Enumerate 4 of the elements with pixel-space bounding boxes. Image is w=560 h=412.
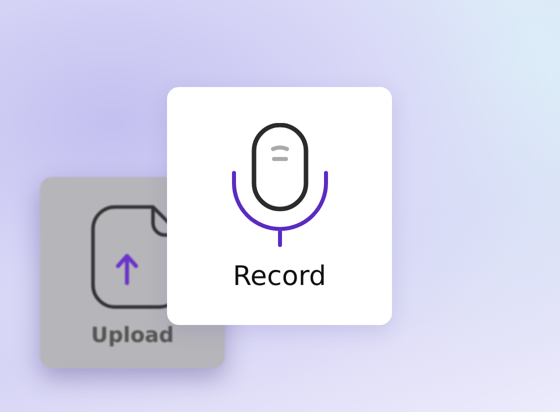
option-popup[interactable]: Record <box>167 87 392 325</box>
microphone-icon <box>230 123 330 249</box>
option-label: Record <box>232 261 326 292</box>
option-label: Upload <box>91 323 174 347</box>
